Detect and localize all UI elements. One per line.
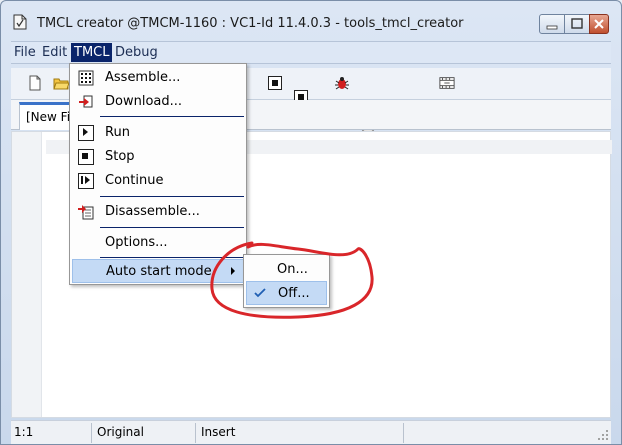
- menu-item-stop[interactable]: Stop: [72, 145, 244, 169]
- window-title: TMCL creator @TMCM-1160 : VC1-Id 11.4.0.…: [37, 16, 464, 31]
- maximize-icon: [571, 18, 583, 29]
- stop-icon: [78, 149, 94, 165]
- submenu-item-off[interactable]: Off...: [246, 281, 327, 305]
- menu-separator: [100, 116, 244, 117]
- menu-item-continue[interactable]: Continue: [72, 169, 244, 193]
- status-separator: [91, 423, 92, 443]
- film-icon[interactable]: [439, 75, 455, 91]
- edit-mode: Original: [97, 425, 144, 439]
- menu-separator: [100, 196, 244, 197]
- stop-toolbar-icon[interactable]: [268, 76, 282, 90]
- insert-mode: Insert: [201, 425, 236, 439]
- status-separator: [403, 423, 404, 443]
- submenu-arrow-icon: [231, 267, 235, 275]
- menu-item-download[interactable]: Download...: [72, 90, 244, 114]
- menu-bar: File Edit TMCL Debug: [11, 41, 611, 64]
- menu-tmcl[interactable]: TMCL: [71, 43, 113, 62]
- menu-item-disassemble[interactable]: Disassemble...: [72, 200, 244, 224]
- open-folder-icon[interactable]: [53, 75, 69, 91]
- cursor-position: 1:1: [14, 425, 34, 439]
- menu-edit[interactable]: Edit: [42, 45, 67, 60]
- minimize-icon: [546, 25, 558, 30]
- close-icon: [594, 19, 604, 29]
- run-icon: [78, 125, 94, 141]
- document-app-icon: [13, 14, 27, 30]
- menu-separator: [100, 227, 244, 228]
- assemble-icon: [78, 70, 94, 86]
- submenu-item-on[interactable]: On...: [246, 258, 327, 282]
- bug-icon[interactable]: [334, 75, 350, 91]
- checkmark-icon: [254, 288, 266, 298]
- menu-item-options[interactable]: Options...: [72, 231, 244, 255]
- disassemble-icon: [78, 205, 94, 220]
- menu-file[interactable]: File: [14, 45, 36, 60]
- download-icon: [79, 95, 93, 108]
- menu-debug[interactable]: Debug: [115, 45, 158, 60]
- line-gutter: [12, 132, 42, 417]
- tmcl-dropdown-menu: Assemble... Download... Run Stop Continu…: [69, 63, 247, 285]
- title-bar[interactable]: TMCL creator @TMCM-1160 : VC1-Id 11.4.0.…: [1, 1, 621, 41]
- close-button[interactable]: [589, 14, 609, 34]
- auto-start-submenu: On... Off...: [243, 254, 330, 308]
- status-separator: [195, 423, 196, 443]
- maximize-button[interactable]: [564, 14, 590, 34]
- menu-item-run[interactable]: Run: [72, 121, 244, 145]
- status-bar: 1:1 Original Insert: [11, 420, 611, 444]
- new-file-icon[interactable]: [27, 75, 43, 91]
- resize-grip-icon[interactable]: [597, 429, 609, 441]
- menu-item-auto-start-mode[interactable]: Auto start mode: [72, 259, 244, 283]
- continue-icon: [78, 173, 94, 189]
- minimize-button[interactable]: [539, 14, 565, 34]
- menu-separator: [100, 257, 244, 258]
- menu-item-assemble[interactable]: Assemble...: [72, 66, 244, 90]
